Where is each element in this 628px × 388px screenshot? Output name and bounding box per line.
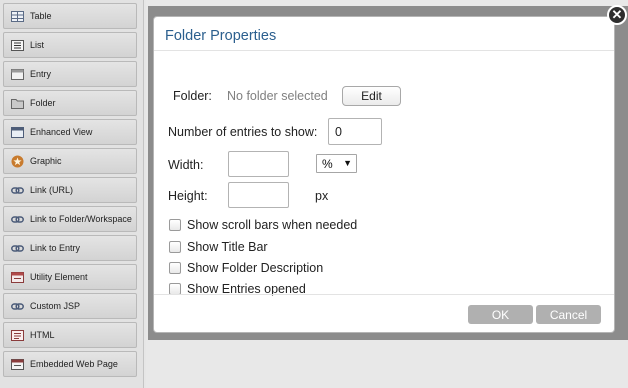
list-icon <box>10 39 24 51</box>
palette-item-enhanced-view[interactable]: Enhanced View <box>3 119 137 145</box>
palette-item-link-folder[interactable]: Link to Folder/Workspace <box>3 206 137 232</box>
folder-description-label: Show Folder Description <box>187 261 324 275</box>
palette-item-label: Link (URL) <box>30 185 74 195</box>
entry-icon <box>10 68 24 80</box>
enhanced-view-icon <box>10 126 24 138</box>
palette-item-folder[interactable]: Folder <box>3 90 137 116</box>
palette-item-label: Folder <box>30 98 56 108</box>
folder-value: No folder selected <box>227 89 328 103</box>
link-icon <box>10 242 24 254</box>
folder-description-checkbox[interactable] <box>169 262 181 274</box>
width-unit-value: % <box>322 156 333 171</box>
palette-item-entry[interactable]: Entry <box>3 61 137 87</box>
width-unit-select[interactable]: % ▼ <box>316 154 357 173</box>
width-input[interactable] <box>228 151 289 177</box>
table-icon <box>10 10 24 22</box>
entries-count-input[interactable] <box>328 118 382 145</box>
scroll-bars-option: Show scroll bars when needed <box>169 218 357 232</box>
link-icon <box>10 213 24 225</box>
palette-item-html[interactable]: HTML <box>3 322 137 348</box>
palette-item-table[interactable]: Table <box>3 3 137 29</box>
graphic-icon <box>10 155 24 167</box>
palette-item-link-url[interactable]: Link (URL) <box>3 177 137 203</box>
palette-item-label: Enhanced View <box>30 127 93 137</box>
palette-item-label: Utility Element <box>30 272 88 282</box>
cancel-button[interactable]: Cancel <box>536 305 601 324</box>
html-icon <box>10 329 24 341</box>
palette-item-label: Link to Folder/Workspace <box>30 214 132 224</box>
palette-item-label: Entry <box>30 69 52 79</box>
dialog-header: Folder Properties <box>154 17 614 51</box>
palette-item-label: Table <box>30 11 52 21</box>
utility-icon <box>10 271 24 283</box>
entries-label: Number of entries to show: <box>168 125 318 139</box>
title-bar-checkbox[interactable] <box>169 241 181 253</box>
web-page-icon <box>10 358 24 370</box>
edit-folder-button[interactable]: Edit <box>342 86 401 106</box>
dropdown-arrow-icon: ▼ <box>343 158 352 168</box>
palette-item-custom-jsp[interactable]: Custom JSP <box>3 293 137 319</box>
dialog-footer: OK Cancel <box>154 294 614 333</box>
dialog-title: Folder Properties <box>165 28 277 44</box>
palette-item-label: Graphic <box>30 156 62 166</box>
palette-item-label: Custom JSP <box>30 301 81 311</box>
title-bar-option: Show Title Bar <box>169 240 268 254</box>
element-palette: Table List Entry Folder Enhanced View Gr… <box>0 0 144 388</box>
height-input[interactable] <box>228 182 289 208</box>
palette-item-list[interactable]: List <box>3 32 137 58</box>
palette-item-label: Embedded Web Page <box>30 359 118 369</box>
folder-properties-dialog: Folder Properties Folder: No folder sele… <box>153 16 615 333</box>
width-label: Width: <box>168 158 204 172</box>
height-unit-label: px <box>315 189 329 203</box>
scroll-bars-label: Show scroll bars when needed <box>187 218 358 232</box>
palette-item-label: List <box>30 40 45 50</box>
palette-item-utility-element[interactable]: Utility Element <box>3 264 137 290</box>
palette-item-link-entry[interactable]: Link to Entry <box>3 235 137 261</box>
link-icon <box>10 184 24 196</box>
folder-description-option: Show Folder Description <box>169 261 323 275</box>
palette-item-graphic[interactable]: Graphic <box>3 148 137 174</box>
palette-item-label: HTML <box>30 330 55 340</box>
folder-icon <box>10 97 24 109</box>
close-icon[interactable]: ✕ <box>607 5 627 25</box>
palette-item-embedded-web-page[interactable]: Embedded Web Page <box>3 351 137 377</box>
ok-button[interactable]: OK <box>468 305 533 324</box>
palette-item-label: Link to Entry <box>30 243 81 253</box>
dialog-body: Folder: No folder selected Edit Number o… <box>154 52 614 296</box>
link-icon <box>10 300 24 312</box>
folder-label: Folder: <box>173 89 212 103</box>
scroll-bars-checkbox[interactable] <box>169 219 181 231</box>
height-label: Height: <box>168 189 208 203</box>
title-bar-label: Show Title Bar <box>187 240 268 254</box>
